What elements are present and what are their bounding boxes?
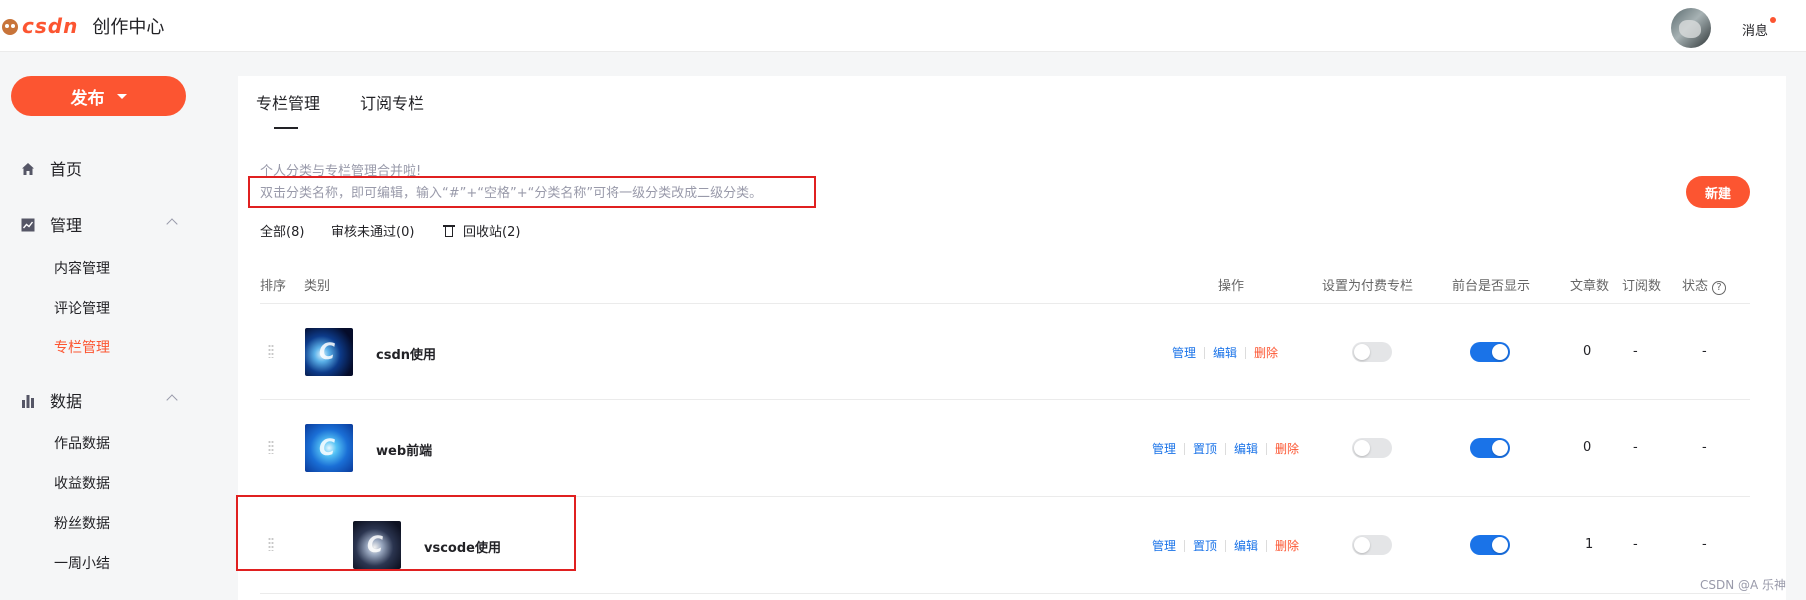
row-actions: 管理 编辑 删除 [1172,344,1278,361]
drag-handle-icon[interactable] [268,537,274,551]
category-thumbnail: C [353,521,401,569]
messages-link[interactable]: 消息 [1742,20,1768,39]
edit-link[interactable]: 编辑 [1234,537,1258,554]
sidebar-item-comments[interactable]: 评论管理 [54,298,110,318]
sidebar-item-weekly-summary[interactable]: 一周小结 [54,553,110,573]
caret-down-icon [116,93,127,99]
drag-handle-icon[interactable] [268,344,274,358]
help-icon[interactable]: ? [1712,281,1727,295]
app-title: 创作中心 [92,17,165,38]
col-header-paid: 设置为付费专栏 [1322,279,1414,294]
chevron-up-icon[interactable] [166,394,178,406]
filter-all[interactable]: 全部(8) [260,221,304,240]
sidebar-item-columns[interactable]: 专栏管理 [54,337,110,357]
col-header-actions: 操作 [1218,279,1245,294]
status-value: - [1702,440,1707,455]
frontend-visible-toggle[interactable] [1470,342,1510,362]
sidebar-item-label: 数据 [50,392,83,411]
col-header-status: 状态? [1682,275,1727,295]
new-category-button[interactable]: 新建 [1686,176,1750,208]
col-header-articles: 文章数 [1570,279,1610,294]
subscription-count: - [1633,537,1638,552]
trash-icon [443,224,455,237]
article-count: 0 [1583,440,1592,455]
table-row: C vscode使用 管理 置顶 编辑 删除 1 - - [236,495,1786,593]
filter-rejected[interactable]: 审核未通过(0) [331,221,414,240]
status-value: - [1702,344,1707,359]
category-name[interactable]: web前端 [376,440,432,459]
article-count: 1 [1585,537,1594,552]
top-header: csdn 创作中心 消息 [0,0,1806,52]
tab-subscribed-columns[interactable]: 订阅专栏 [360,90,424,114]
publish-label: 发布 [70,88,105,109]
filter-recycle-bin[interactable]: 回收站(2) [443,221,520,240]
manage-link[interactable]: 管理 [1152,440,1176,457]
category-thumbnail: C [305,328,353,376]
frontend-visible-toggle[interactable] [1470,535,1510,555]
sidebar-item-income-data[interactable]: 收益数据 [54,473,110,493]
sidebar-item-works-data[interactable]: 作品数据 [54,433,110,453]
subscription-count: - [1633,440,1638,455]
sidebar-item-data[interactable]: 数据 [20,388,82,412]
home-icon [20,160,36,176]
category-name[interactable]: csdn使用 [376,344,436,363]
delete-link[interactable]: 删除 [1254,344,1278,361]
row-actions: 管理 置顶 编辑 删除 [1152,537,1299,554]
mascot-icon [0,15,20,37]
bar-chart-icon [20,392,36,408]
pin-link[interactable]: 置顶 [1193,537,1217,554]
trend-chart-icon [20,216,36,232]
logo-text: csdn [22,14,79,38]
edit-link[interactable]: 编辑 [1213,344,1237,361]
divider [260,593,1750,594]
highlight-box [248,176,816,208]
sidebar-item-label: 管理 [50,216,83,235]
sidebar-item-home[interactable]: 首页 [20,156,82,180]
col-header-subscriptions: 订阅数 [1622,279,1662,294]
col-header-status-label: 状态 [1682,279,1709,294]
frontend-visible-toggle[interactable] [1470,438,1510,458]
active-tab-indicator [274,127,298,129]
user-avatar[interactable] [1671,8,1711,48]
sidebar-item-label: 首页 [50,160,83,179]
manage-link[interactable]: 管理 [1152,537,1176,554]
edit-link[interactable]: 编辑 [1234,440,1258,457]
col-header-visible: 前台是否显示 [1452,279,1531,294]
publish-button[interactable]: 发布 [11,76,186,116]
paid-column-toggle[interactable] [1352,535,1392,555]
sidebar-item-content[interactable]: 内容管理 [54,258,110,278]
drag-handle-icon[interactable] [268,440,274,454]
row-actions: 管理 置顶 编辑 删除 [1152,440,1299,457]
category-name[interactable]: vscode使用 [424,537,501,556]
main-panel: 专栏管理 订阅专栏 个人分类与专栏管理合并啦! 双击分类名称，即可编辑，输入“#… [236,76,1786,600]
status-value: - [1702,537,1707,552]
subscription-count: - [1633,344,1638,359]
delete-link[interactable]: 删除 [1275,440,1299,457]
table-row: C web前端 管理 置顶 编辑 删除 0 - - [238,400,1786,496]
article-count: 0 [1583,344,1592,359]
category-thumbnail: C [305,424,353,472]
sidebar-item-manage[interactable]: 管理 [20,212,82,236]
table-row: C csdn使用 管理 编辑 删除 0 - - [238,304,1786,400]
col-header-order: 排序 [260,279,287,294]
csdn-logo[interactable]: csdn 创作中心 [0,12,164,40]
highlight-box [236,495,576,571]
col-header-category: 类别 [304,279,331,294]
manage-link[interactable]: 管理 [1172,344,1196,361]
watermark: CSDN @A 乐神 [1700,578,1787,592]
sidebar-item-fans-data[interactable]: 粉丝数据 [54,513,110,533]
paid-column-toggle[interactable] [1352,438,1392,458]
tab-column-manage[interactable]: 专栏管理 [256,90,320,114]
unread-dot [1770,17,1776,23]
pin-link[interactable]: 置顶 [1193,440,1217,457]
delete-link[interactable]: 删除 [1275,537,1299,554]
paid-column-toggle[interactable] [1352,342,1392,362]
filter-recycle-label: 回收站(2) [463,225,521,240]
chevron-up-icon[interactable] [166,218,178,230]
